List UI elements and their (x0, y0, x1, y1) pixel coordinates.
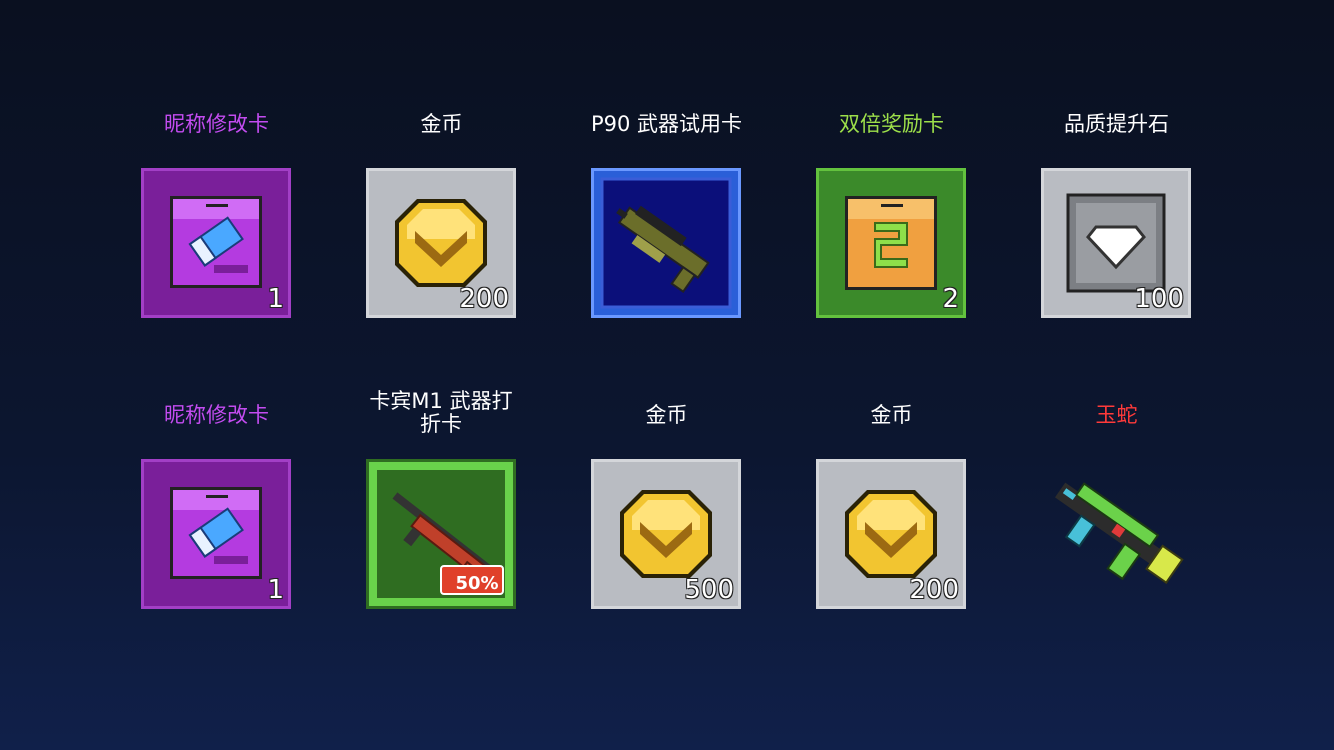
reward-tile[interactable]: 1 (141, 168, 291, 318)
reward-tile[interactable] (1041, 459, 1191, 609)
reward-count: 200 (909, 575, 959, 605)
p90-gun-icon (600, 177, 732, 309)
reward-label: 双倍奖励卡 (839, 112, 944, 136)
reward-label: 金币 (420, 112, 463, 136)
reward-tile[interactable] (591, 168, 741, 318)
reward-label: 金币 (645, 403, 688, 427)
reward-tile[interactable]: 200 (816, 459, 966, 609)
reward-label: 金币 (870, 403, 913, 427)
reward-count: 500 (684, 575, 734, 605)
reward-count: 200 (459, 284, 509, 314)
reward-tile[interactable]: 100 (1041, 168, 1191, 318)
reward-tile[interactable]: 500 (591, 459, 741, 609)
reward-tile[interactable]: 50% (366, 459, 516, 609)
reward-label: 昵称修改卡 (164, 112, 269, 136)
reward-label: 卡宾M1 武器打折卡 (369, 389, 513, 436)
discount-badge: 50% (455, 573, 499, 594)
reward-grid: 昵称修改卡 1 金币 200 P90 武器试用卡 双倍奖励卡 2 品质提升石 1… (0, 0, 1334, 750)
double-reward-card-icon (845, 196, 937, 290)
reward-label: 品质提升石 (1064, 112, 1169, 136)
reward-label: P90 武器试用卡 (590, 112, 743, 136)
eraser-card-icon (170, 487, 262, 579)
reward-tile[interactable]: 200 (366, 168, 516, 318)
reward-tile[interactable]: 1 (141, 459, 291, 609)
reward-tile[interactable]: 2 (816, 168, 966, 318)
eraser-card-icon (170, 196, 262, 288)
reward-label: 玉蛇 (1095, 403, 1138, 427)
reward-count: 100 (1134, 284, 1184, 314)
jade-snake-gun-icon (1054, 482, 1184, 584)
reward-count: 1 (267, 284, 284, 314)
reward-count: 2 (942, 284, 959, 314)
reward-label: 昵称修改卡 (164, 403, 269, 427)
reward-count: 1 (267, 575, 284, 605)
